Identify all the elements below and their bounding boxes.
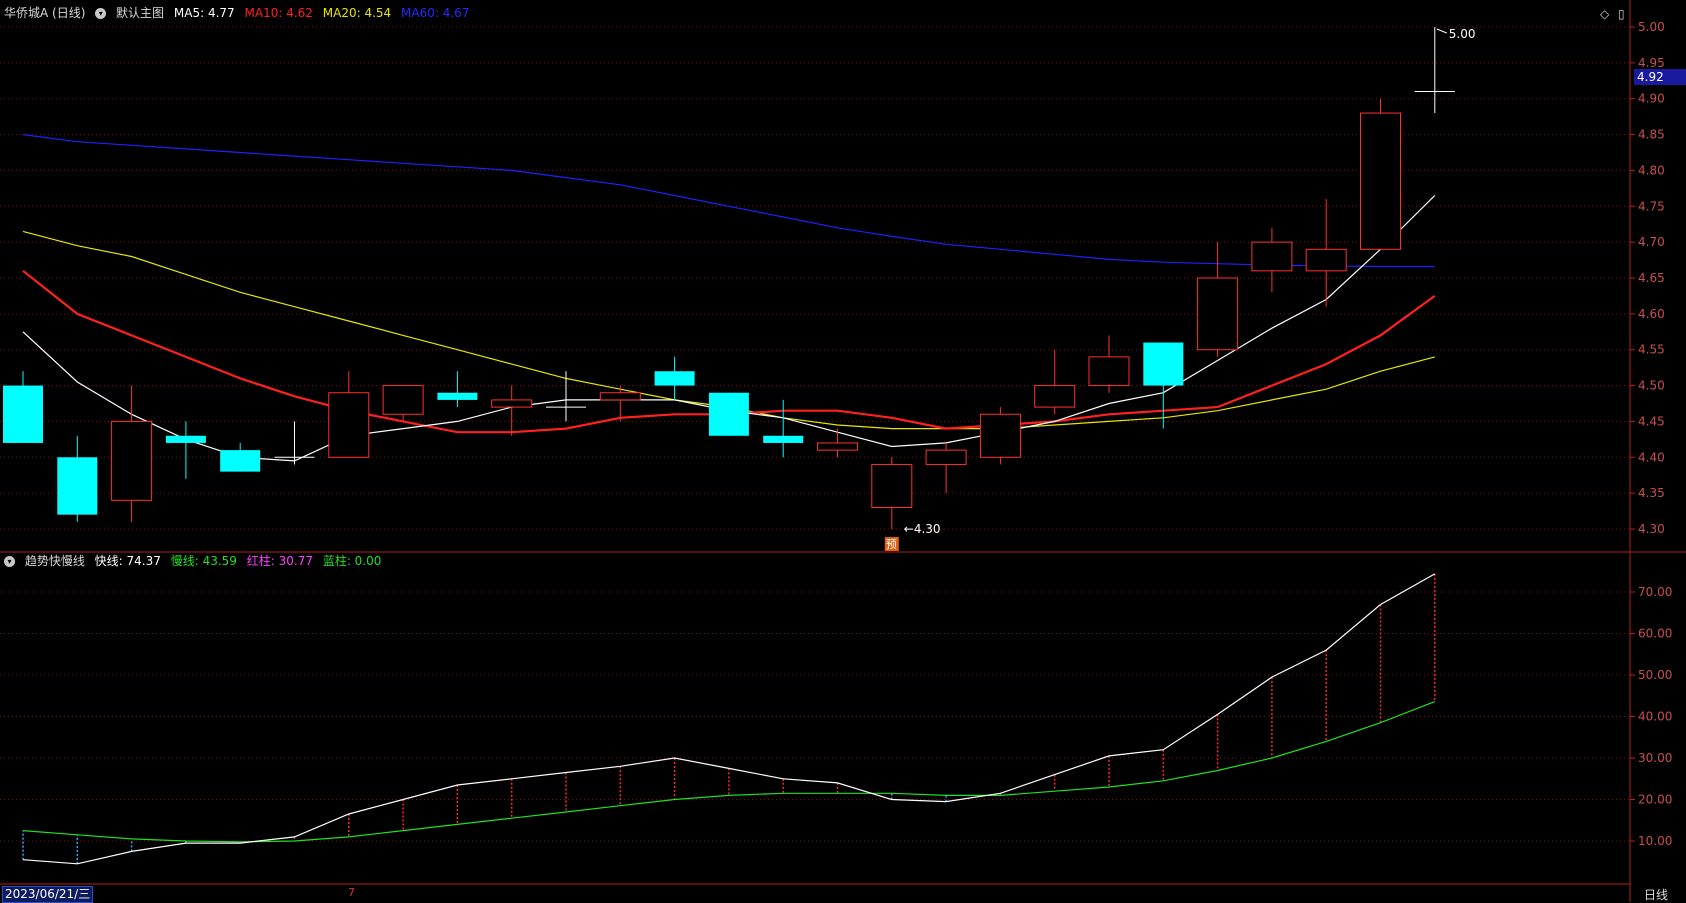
candle-body-up (1305, 248, 1347, 272)
price-tick-label: 4.40 (1638, 450, 1665, 464)
candle-body-down (437, 392, 478, 400)
sub-tick-label: 40.00 (1638, 710, 1672, 724)
price-tick-label: 4.90 (1638, 92, 1665, 106)
high-price-label: 5.00 (1449, 27, 1476, 41)
price-tick-label: 4.65 (1638, 271, 1665, 285)
sub-tick-label: 60.00 (1638, 627, 1672, 641)
current-price-tag: 4.92 (1634, 69, 1686, 85)
candle-body-up (491, 399, 533, 408)
candle-body-up (979, 413, 1021, 458)
candle-body-down (220, 450, 261, 472)
candle-body-up (1197, 277, 1239, 351)
candle-body-down (3, 385, 43, 443)
low-price-label: ←4.30 (904, 522, 941, 536)
candle-body-up (328, 392, 370, 458)
date-marker: 7 (348, 886, 355, 899)
price-tick-label: 4.35 (1638, 486, 1665, 500)
price-tick-label: 4.50 (1638, 379, 1665, 393)
sub-tick-label: 10.00 (1638, 834, 1672, 848)
forecast-badge-label: 预 (886, 538, 897, 551)
cursor-date-label: 2023/06/21/三 (2, 886, 94, 903)
fast-line (22, 573, 1436, 865)
price-tick-label: 4.75 (1638, 199, 1665, 213)
chart-canvas[interactable]: 5.00 4.95 4.90 4.85 4.80 4.75 4.70 4.65 4.60 4.55… (0, 0, 1686, 902)
candle-body-up (382, 385, 424, 415)
sub-tick-label: 50.00 (1638, 668, 1672, 682)
candle-body-up (871, 463, 913, 508)
slow-line (22, 701, 1436, 843)
price-tick-label: 4.60 (1638, 307, 1665, 321)
ma60-line (22, 134, 1435, 268)
candle-body-down (165, 435, 206, 443)
period-label[interactable]: 日线 (1644, 886, 1668, 903)
price-tick-label: 4.95 (1638, 56, 1665, 70)
high-arrow (1436, 28, 1447, 34)
candle-body-down (763, 435, 804, 443)
price-tick-label: 4.85 (1638, 128, 1665, 142)
candle-body-up (1360, 112, 1401, 250)
candle-body-down (708, 392, 749, 436)
price-tick-label: 4.45 (1638, 414, 1665, 428)
candle-body-down (654, 371, 695, 386)
price-tick-label: 4.70 (1638, 235, 1665, 249)
candle-body-down (1143, 342, 1184, 386)
sub-tick-label: 30.00 (1638, 751, 1672, 765)
sub-tick-label: 20.00 (1638, 793, 1672, 807)
chart-window: 华侨城A (日线) ▾ 默认主图 MA5: 4.77 MA10: 4.62 MA… (0, 0, 1686, 903)
candle-body-up (1088, 356, 1130, 387)
price-tick-label: 5.00 (1638, 20, 1665, 34)
price-tick-label: 4.55 (1638, 343, 1665, 357)
candle-body-up (817, 442, 858, 451)
sub-tick-label: 70.00 (1638, 585, 1672, 599)
candle-body-up (1034, 385, 1076, 408)
candle-body-down (57, 457, 98, 515)
price-tick-label: 4.30 (1638, 522, 1665, 536)
candle-body-up (111, 420, 153, 501)
candle-body-up (925, 449, 967, 465)
price-tick-label: 4.80 (1638, 163, 1665, 177)
candle-body-up (1251, 241, 1293, 272)
candle-body-up (599, 392, 641, 401)
